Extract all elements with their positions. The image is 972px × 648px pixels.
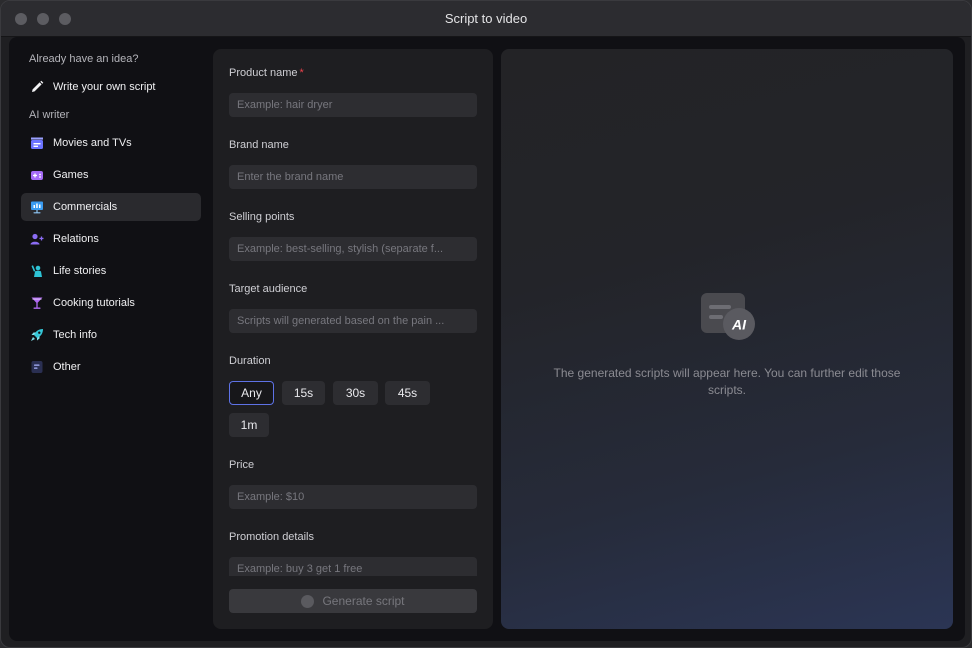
promotion-details-label: Promotion details xyxy=(229,531,314,543)
ai-document-icon: AI xyxy=(697,291,759,350)
app-window: Script to video Already have an idea? Wr… xyxy=(0,0,972,648)
generate-script-button[interactable]: Generate script xyxy=(229,589,477,613)
duration-label: Duration xyxy=(229,355,271,367)
selling-points-input[interactable] xyxy=(229,237,477,261)
sidebar-item-label: Games xyxy=(53,169,89,181)
loading-spinner-icon xyxy=(301,594,315,608)
required-mark: * xyxy=(299,67,304,79)
document-lines-icon xyxy=(29,359,45,375)
sidebar-item-tech-info[interactable]: Tech info xyxy=(21,321,201,349)
script-form: Product name* Brand name Selling points … xyxy=(213,49,493,629)
price-input[interactable] xyxy=(229,485,477,509)
sidebar-item-games[interactable]: Games xyxy=(21,161,201,189)
duration-option-45s[interactable]: 45s xyxy=(385,381,430,405)
pencil-icon xyxy=(29,79,45,95)
window-title: Script to video xyxy=(444,11,528,26)
sidebar-item-cooking-tutorials[interactable]: Cooking tutorials xyxy=(21,289,201,317)
svg-text:AI: AI xyxy=(731,317,747,333)
duration-option-15s[interactable]: 15s xyxy=(282,381,325,405)
sidebar-item-label: Relations xyxy=(53,233,99,245)
sidebar-item-label: Other xyxy=(53,361,81,373)
sidebar-item-life-stories[interactable]: Life stories xyxy=(21,257,201,285)
empty-state-message: The generated scripts will appear here. … xyxy=(553,366,901,397)
brand-name-label: Brand name xyxy=(229,139,289,151)
result-panel: AI The generated scripts will appear her… xyxy=(501,49,953,629)
target-audience-label: Target audience xyxy=(229,283,308,295)
sidebar-item-label: Commercials xyxy=(53,201,118,213)
people-icon xyxy=(29,231,45,247)
duration-option-1m[interactable]: 1m xyxy=(229,413,269,437)
sidebar-item-label: Life stories xyxy=(53,265,107,277)
presentation-icon xyxy=(29,199,45,215)
ai-writer-section-label: AI writer xyxy=(29,109,70,121)
sidebar-item-commercials[interactable]: Commercials xyxy=(21,193,201,221)
cocktail-icon xyxy=(29,295,45,311)
main-content: Already have an idea? Write your own scr… xyxy=(9,37,965,641)
sidebar: Already have an idea? Write your own scr… xyxy=(21,49,201,385)
product-name-input[interactable] xyxy=(229,93,477,117)
rocket-icon xyxy=(29,327,45,343)
gamepad-icon xyxy=(29,167,45,183)
sidebar-item-movies-and-tvs[interactable]: Movies and TVs xyxy=(21,129,201,157)
person-wave-icon xyxy=(29,263,45,279)
clapperboard-icon xyxy=(29,135,45,151)
duration-option-30s[interactable]: 30s xyxy=(333,381,378,405)
sidebar-item-label: Cooking tutorials xyxy=(53,297,135,309)
sidebar-item-label: Write your own script xyxy=(53,81,156,93)
sidebar-item-label: Movies and TVs xyxy=(53,137,132,149)
selling-points-label: Selling points xyxy=(229,211,295,223)
own-idea-section-label: Already have an idea? xyxy=(29,53,139,65)
sidebar-item-other[interactable]: Other xyxy=(21,353,201,381)
title-bar: Script to video xyxy=(1,1,971,37)
price-label: Price xyxy=(229,459,255,471)
sidebar-item-label: Tech info xyxy=(53,329,98,341)
brand-name-input[interactable] xyxy=(229,165,477,189)
target-audience-input[interactable] xyxy=(229,309,477,333)
sidebar-item-relations[interactable]: Relations xyxy=(21,225,201,253)
generate-script-label: Generate script xyxy=(322,594,405,608)
form-scroll-fade xyxy=(213,576,493,588)
product-name-label: Product name * xyxy=(229,67,304,79)
sidebar-item-write-own-script[interactable]: Write your own script xyxy=(21,73,201,101)
duration-option-any[interactable]: Any xyxy=(229,381,274,405)
